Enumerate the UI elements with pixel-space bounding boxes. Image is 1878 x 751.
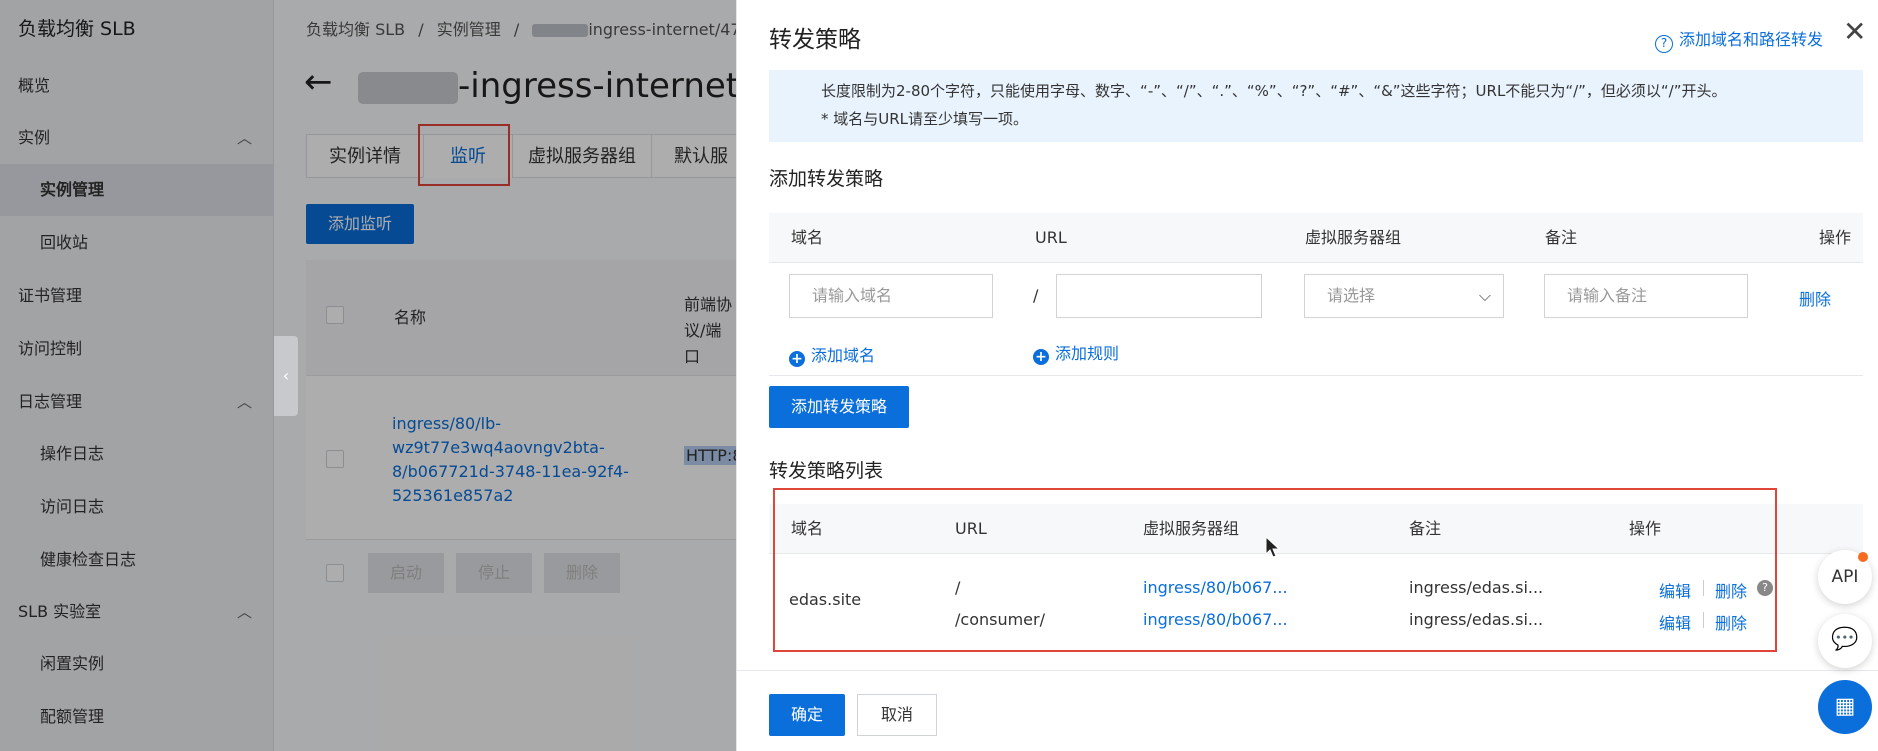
help-link-text: 添加域名和路径转发 <box>1679 30 1824 49</box>
section-title-add: 添加转发策略 <box>769 168 884 190</box>
api-label: API <box>1831 567 1859 587</box>
column-header-domain: 域名 <box>791 228 824 247</box>
cancel-button[interactable]: 取消 <box>857 694 937 736</box>
add-rule-link[interactable]: + 添加规则 <box>1033 340 1119 365</box>
chat-icon[interactable]: 💬 <box>1818 614 1872 668</box>
vgroup-select[interactable]: 请选择 ⌵ <box>1304 274 1504 318</box>
section-title-list: 转发策略列表 <box>769 460 884 482</box>
column-header-vgroup: 虚拟服务器组 <box>1305 228 1402 247</box>
confirm-button[interactable]: 确定 <box>769 694 845 736</box>
modal-overlay[interactable] <box>0 0 736 751</box>
delete-row-link[interactable]: 删除 <box>1799 286 1831 310</box>
notice-line: 长度限制为2-80个字符，只能使用字母、数字、“-”、“/”、“.”、“%”、“… <box>821 82 1727 100</box>
help-icon: ? <box>1655 35 1673 53</box>
footer-divider <box>737 670 1878 671</box>
column-header-remark: 备注 <box>1545 228 1578 247</box>
add-rule-text: 添加规则 <box>1055 344 1120 363</box>
help-link[interactable]: ? 添加域名和路径转发 <box>1655 26 1823 53</box>
forwarding-policy-drawer: 转发策略 ? 添加域名和路径转发 ✕ 长度限制为2-80个字符，只能使用字母、数字… <box>736 0 1878 751</box>
url-input[interactable] <box>1056 274 1262 318</box>
notice-box: 长度限制为2-80个字符，只能使用字母、数字、“-”、“/”、“.”、“%”、“… <box>769 70 1863 142</box>
chevron-down-icon: ⌵ <box>1478 286 1491 305</box>
notice-line: * 域名与URL请至少填写一项。 <box>821 110 1029 128</box>
close-icon[interactable]: ✕ <box>1843 18 1866 46</box>
divider <box>769 375 1863 376</box>
drawer-title: 转发策略 <box>769 27 861 53</box>
remark-input[interactable]: 请输入备注 <box>1544 274 1748 318</box>
add-table-header: 域名 URL 虚拟服务器组 备注 操作 <box>769 213 1863 263</box>
add-domain-link[interactable]: + 添加域名 <box>789 342 875 367</box>
apps-grid-icon[interactable]: ▦ <box>1818 680 1872 734</box>
highlight-box <box>773 488 1777 652</box>
plus-circle-icon: + <box>1033 349 1049 365</box>
add-policy-button[interactable]: 添加转发策略 <box>769 386 909 428</box>
plus-circle-icon: + <box>789 351 805 367</box>
domain-input[interactable]: 请输入域名 <box>789 274 993 318</box>
mouse-cursor-icon <box>1265 536 1281 558</box>
vgroup-select-placeholder: 请选择 <box>1327 286 1376 305</box>
collapse-sidebar-handle[interactable]: ‹ <box>274 336 298 416</box>
column-header-action: 操作 <box>1819 228 1852 247</box>
notification-dot <box>1858 552 1868 562</box>
add-domain-text: 添加域名 <box>811 346 876 365</box>
column-header-url: URL <box>1035 228 1067 247</box>
url-slash: / <box>1033 286 1039 305</box>
